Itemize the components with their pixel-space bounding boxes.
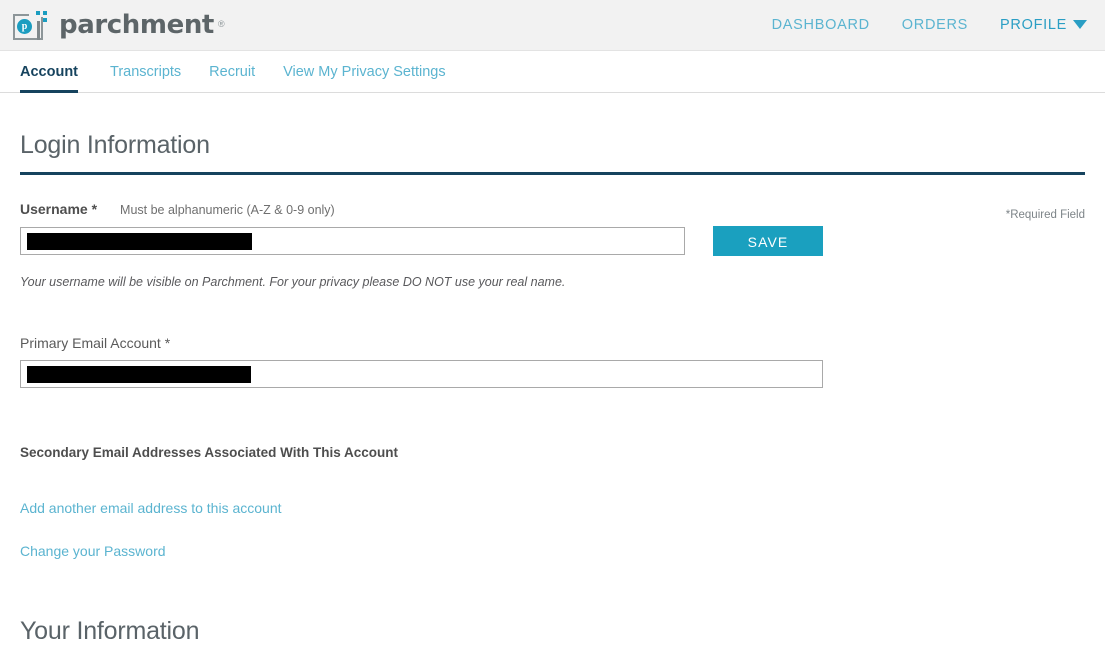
- brand-trademark-symbol: ®: [217, 19, 225, 29]
- tab-recruit[interactable]: Recruit: [195, 51, 269, 92]
- change-password-link[interactable]: Change your Password: [20, 543, 166, 559]
- username-input[interactable]: [20, 227, 685, 255]
- chevron-down-icon: [1073, 19, 1087, 29]
- username-label-row: Username * Must be alphanumeric (A-Z & 0…: [20, 201, 1085, 217]
- username-input-row: SAVE: [20, 226, 1085, 256]
- tab-account[interactable]: Account: [20, 51, 96, 93]
- username-hint-text: Must be alphanumeric (A-Z & 0-9 only): [120, 203, 335, 217]
- section-divider: [20, 172, 1085, 175]
- main-content: Login Information *Required Field Userna…: [0, 131, 1105, 646]
- primary-email-field-block: Primary Email Account *: [20, 335, 1085, 388]
- username-privacy-note: Your username will be visible on Parchme…: [20, 275, 566, 289]
- primary-email-input[interactable]: [20, 360, 823, 388]
- logo-vertical-bar: [37, 21, 40, 40]
- nav-item-profile[interactable]: PROFILE: [1000, 17, 1087, 33]
- brand-logo[interactable]: p parchment ®: [8, 9, 225, 41]
- nav-item-dashboard[interactable]: DASHBOARD: [772, 17, 870, 33]
- brand-wordmark: parchment: [59, 10, 214, 40]
- top-header-bar: p parchment ® DASHBOARD ORDERS PROFILE: [0, 0, 1105, 51]
- primary-email-input-row: [20, 360, 1085, 388]
- nav-item-profile-label: PROFILE: [1000, 17, 1067, 33]
- logo-dot-two: [43, 11, 47, 15]
- section-tab-bar: Account Transcripts Recruit View My Priv…: [0, 51, 1105, 93]
- logo-dot-one: [36, 11, 40, 15]
- logo-p-circle-icon: p: [17, 19, 32, 34]
- primary-email-label: Primary Email Account *: [20, 335, 171, 351]
- nav-item-orders[interactable]: ORDERS: [902, 17, 968, 33]
- required-field-note: *Required Field: [1005, 209, 1085, 221]
- add-another-email-link[interactable]: Add another email address to this accoun…: [20, 500, 282, 516]
- your-information-title: Your Information: [20, 617, 200, 645]
- tab-transcripts[interactable]: Transcripts: [96, 51, 195, 92]
- secondary-emails-heading: Secondary Email Addresses Associated Wit…: [20, 445, 398, 460]
- page-title: Login Information: [20, 131, 210, 159]
- save-button[interactable]: SAVE: [713, 226, 823, 256]
- username-label: Username *: [20, 201, 98, 217]
- top-navigation: DASHBOARD ORDERS PROFILE: [772, 17, 1095, 33]
- primary-email-redaction-bar: [27, 365, 251, 383]
- tab-view-my-privacy-settings[interactable]: View My Privacy Settings: [269, 51, 460, 92]
- username-field-block: Username * Must be alphanumeric (A-Z & 0…: [20, 201, 1085, 289]
- logo-dot-three: [43, 18, 47, 22]
- username-redaction-bar: [27, 232, 252, 250]
- parchment-logo-icon: p: [12, 9, 50, 41]
- primary-email-label-row: Primary Email Account *: [20, 335, 1085, 351]
